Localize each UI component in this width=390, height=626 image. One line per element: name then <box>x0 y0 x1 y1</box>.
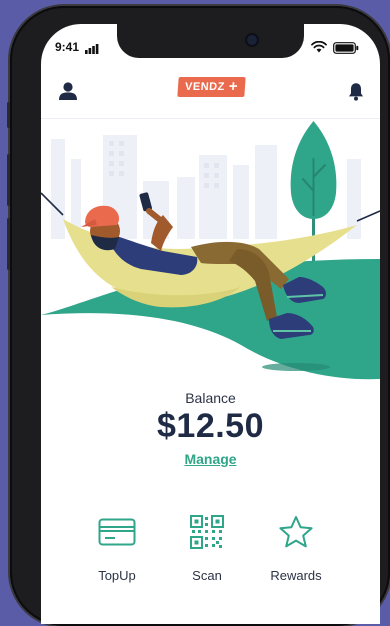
person-icon <box>59 82 77 100</box>
phone-frame: 9:41 VENDZ + Balance $12.50 Manage TopUp… <box>7 6 390 626</box>
vendz-logo: VENDZ + <box>177 77 246 97</box>
balance-label: Balance <box>185 390 236 406</box>
app-header: VENDZ + <box>41 68 380 119</box>
profile-button[interactable] <box>55 78 81 104</box>
app-screen: 9:41 VENDZ + Balance $12.50 Manage TopUp… <box>41 24 380 624</box>
wifi-icon <box>311 40 327 58</box>
scan-label: Scan <box>192 568 222 583</box>
topup-button[interactable]: TopUp <box>72 512 162 583</box>
rewards-label: Rewards <box>270 568 322 583</box>
status-time: 9:41 <box>55 40 80 54</box>
front-camera <box>247 35 257 45</box>
battery-icon <box>333 41 359 59</box>
volume-up-button <box>7 154 10 206</box>
rewards-button[interactable]: Rewards <box>251 512 341 583</box>
scan-button[interactable]: Scan <box>162 512 252 583</box>
notifications-button[interactable] <box>343 78 369 104</box>
bell-icon <box>349 82 363 101</box>
star-icon <box>279 516 313 548</box>
qr-code-icon <box>190 515 224 549</box>
signal-icon <box>85 41 99 59</box>
credit-card-icon <box>98 518 136 546</box>
logo-plus-icon: + <box>228 78 239 95</box>
logo-text: VENDZ <box>184 81 226 93</box>
manage-link[interactable]: Manage <box>41 451 380 467</box>
topup-label: TopUp <box>98 568 136 583</box>
hammock-illustration <box>41 121 380 389</box>
notch <box>117 24 304 58</box>
mute-switch <box>7 102 10 128</box>
balance-amount: $12.50 <box>157 407 264 445</box>
volume-down-button <box>7 218 10 270</box>
